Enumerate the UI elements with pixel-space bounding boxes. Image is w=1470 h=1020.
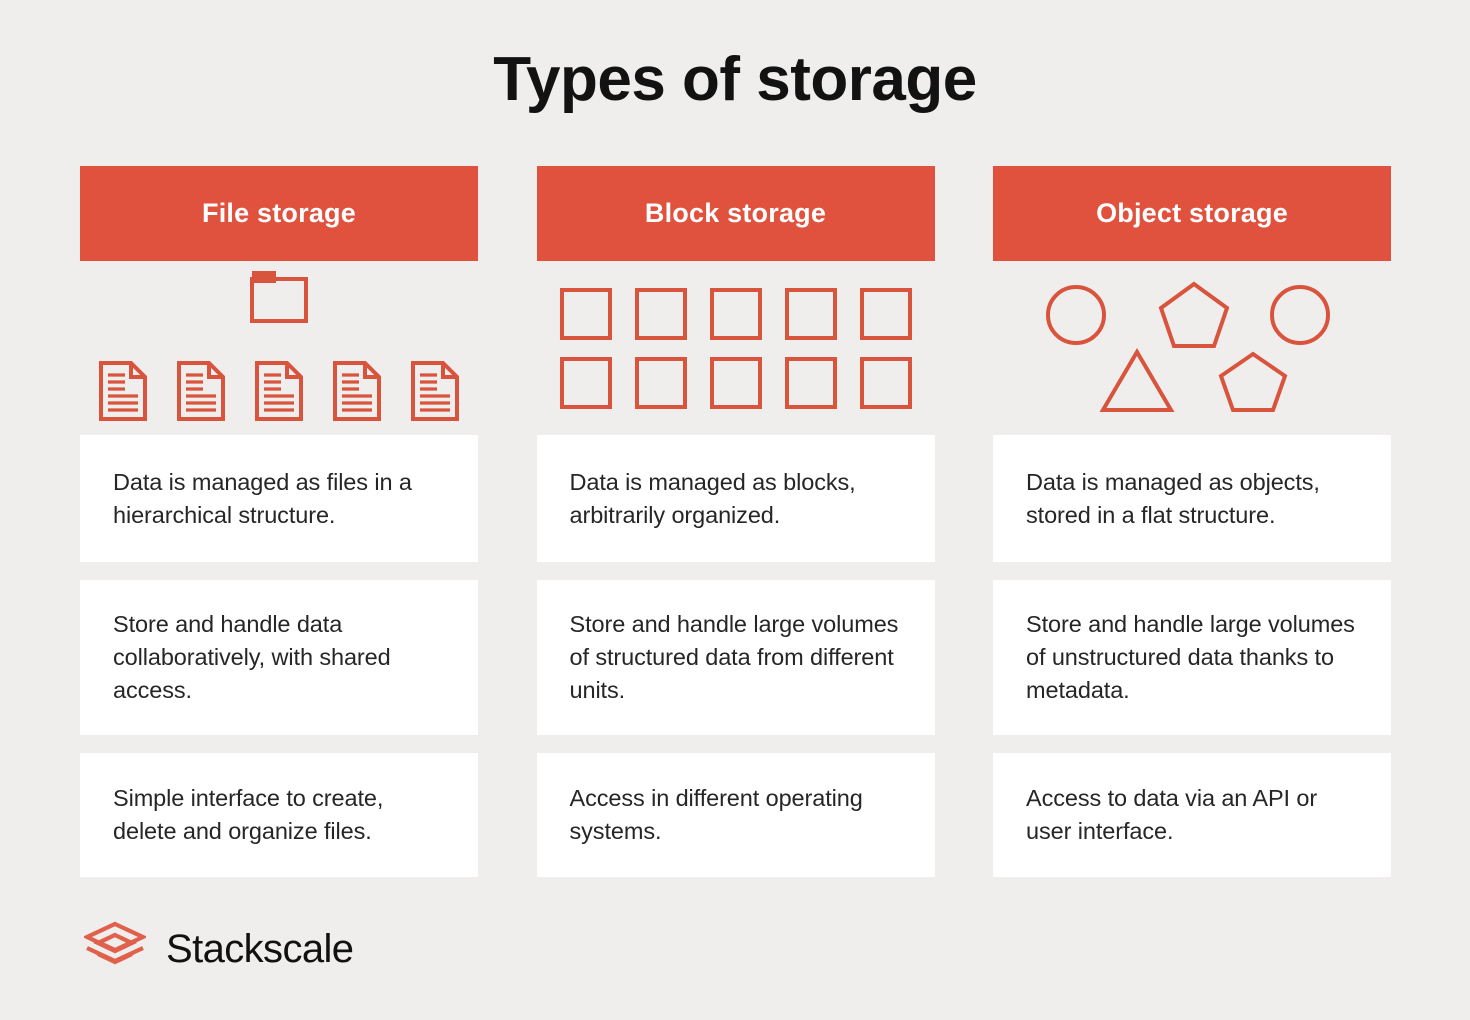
document-icon	[254, 360, 304, 427]
square-icon	[859, 356, 912, 409]
icon-zone-block-storage	[537, 261, 935, 435]
info-card: Store and handle large volumes of struct…	[536, 580, 935, 735]
square-icon	[784, 356, 837, 409]
info-card: Simple interface to create, delete and o…	[80, 753, 478, 877]
cards-object-storage: Data is managed as objects, stored in a …	[993, 435, 1391, 877]
circle-icon	[1045, 284, 1107, 351]
document-icon	[410, 360, 460, 427]
square-icon	[634, 287, 687, 340]
document-icons-row	[80, 360, 478, 427]
info-card-text: Access in different operating systems.	[569, 785, 863, 844]
cards-file-storage: Data is managed as files in a hierarchic…	[80, 435, 478, 877]
document-icon	[98, 360, 148, 427]
column-header-block-storage: Block storage	[536, 166, 935, 261]
column-file-storage: File storage Data is managed as files in…	[80, 166, 478, 877]
info-card: Access in different operating systems.	[536, 753, 935, 877]
page-title: Types of storage	[493, 45, 977, 114]
info-card-text: Store and handle data collaboratively, w…	[113, 611, 391, 703]
square-icon	[559, 287, 612, 340]
block-grid-icon	[559, 287, 912, 409]
square-icon	[709, 287, 762, 340]
document-icon	[176, 360, 226, 427]
mixed-shapes-icon	[1027, 278, 1357, 418]
triangle-icon	[1099, 348, 1175, 419]
column-object-storage: Object storage Data is managed as object…	[993, 166, 1391, 877]
info-card: Store and handle data collaboratively, w…	[80, 580, 478, 735]
document-icon	[332, 360, 382, 427]
square-icon	[559, 356, 612, 409]
storage-types-columns: File storage Data is managed as files in…	[80, 166, 1391, 877]
cards-block-storage: Data is managed as blocks, arbitrarily o…	[536, 435, 935, 877]
square-icon	[784, 287, 837, 340]
info-card-text: Simple interface to create, delete and o…	[113, 785, 384, 844]
square-icon	[859, 287, 912, 340]
square-icon	[634, 356, 687, 409]
pentagon-icon	[1157, 280, 1231, 355]
info-card: Data is managed as blocks, arbitrarily o…	[536, 435, 935, 562]
info-card-text: Store and handle large volumes of unstru…	[1026, 611, 1355, 703]
square-icon	[709, 356, 762, 409]
info-card: Access to data via an API or user interf…	[993, 753, 1391, 877]
circle-icon	[1269, 284, 1331, 351]
column-block-storage: Block storage Data is managed as blocks,…	[536, 166, 935, 877]
footer-branding: Stackscale	[82, 921, 354, 978]
info-card-text: Data is managed as files in a hierarchic…	[113, 468, 412, 528]
stackscale-layers-logo-icon	[82, 921, 148, 978]
info-card-text: Access to data via an API or user interf…	[1026, 785, 1318, 844]
info-card: Data is managed as files in a hierarchic…	[80, 435, 478, 562]
column-header-file-storage: File storage	[80, 166, 478, 261]
info-card: Data is managed as objects, stored in a …	[993, 435, 1391, 562]
infographic-page: Types of storage File storage Data is ma…	[0, 0, 1470, 1020]
info-card-text: Data is managed as objects, stored in a …	[1026, 468, 1320, 528]
pentagon-icon	[1217, 350, 1289, 419]
brand-name: Stackscale	[166, 927, 354, 971]
icon-zone-object-storage	[993, 261, 1391, 435]
folder-icon	[250, 269, 308, 328]
icon-zone-file-storage	[80, 261, 478, 435]
info-card-text: Store and handle large volumes of struct…	[569, 611, 899, 703]
column-header-object-storage: Object storage	[993, 166, 1391, 261]
info-card: Store and handle large volumes of unstru…	[993, 580, 1391, 735]
info-card-text: Data is managed as blocks, arbitrarily o…	[569, 468, 856, 528]
